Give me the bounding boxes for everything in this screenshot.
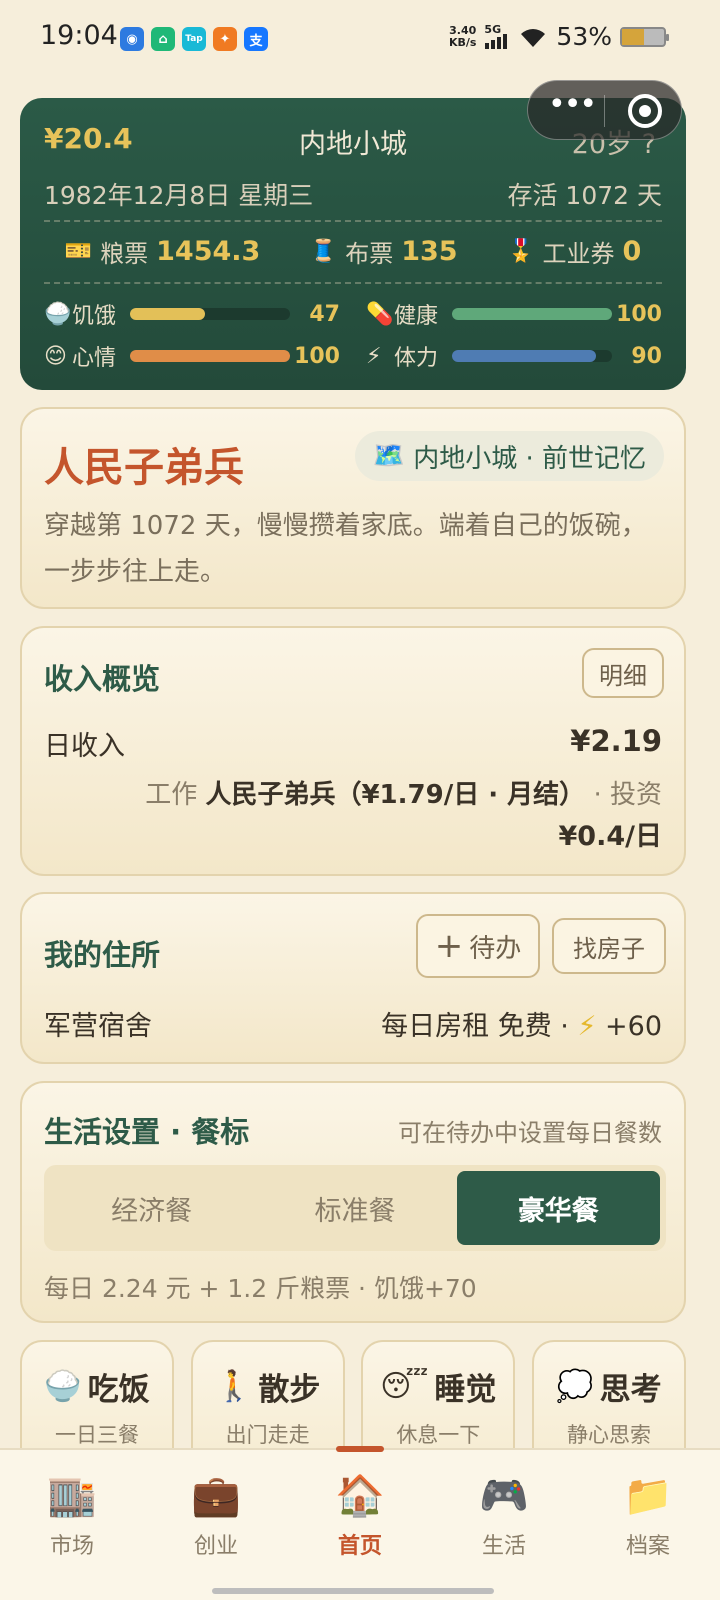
smile-icon: 😊 (44, 343, 67, 369)
game-date: 1982年12月8日 星期三 (44, 181, 314, 210)
stat-mood: 😊 心情 100 (44, 343, 340, 372)
briefcase-icon: 💼 (191, 1473, 241, 1519)
nav-business[interactable]: 💼 创业 (144, 1450, 288, 1600)
identity-description: 穿越第 1072 天，慢慢攒着家底。端着自己的饭碗，一步步往上走。 (44, 511, 647, 587)
income-detail-button[interactable]: 明细 (582, 648, 664, 698)
notification-icons: ◉ ⌂ Tap ✦ 支 (120, 27, 268, 51)
action-think-button[interactable]: 💭 思考 静心思索 (531, 1340, 686, 1460)
nav-market[interactable]: 🏬 市场 (0, 1450, 144, 1600)
nav-archive[interactable]: 📁 档案 (576, 1450, 720, 1600)
map-icon: 🗺️ (372, 441, 406, 471)
medal-icon: 🎖️ (507, 239, 535, 264)
action-walk-button[interactable]: 🚶 散步 出门走走 (190, 1340, 345, 1460)
meal-option-economy[interactable]: 经济餐 (50, 1171, 253, 1245)
mini-program-capsule: ••• (527, 80, 682, 140)
thought-bubble-icon: 💭 (556, 1369, 594, 1404)
lightning-icon: ⚡ (366, 343, 382, 369)
grain-ticket: 🎫 粮票 1454.3 (64, 236, 261, 268)
battery-percent: 53% (556, 22, 612, 51)
find-house-button[interactable]: 找房子 (552, 918, 666, 974)
residence-name: 军营宿舍 (44, 1011, 152, 1042)
rice-bowl-icon: 🍚 (44, 1369, 82, 1404)
app-notification-icon: ◉ (120, 27, 144, 51)
lightning-icon: ⚡ (577, 1011, 597, 1042)
ticket-row: 🎫 粮票 1454.3 🧵 布票 135 🎖️ 工业券 0 (20, 234, 686, 269)
gamepad-icon: 🎮 (479, 1473, 529, 1519)
residence-rent: 每日房租 免费 · ⚡ +60 (381, 1011, 662, 1042)
days-alive: 存活 1072 天 (507, 181, 662, 210)
daily-income-label: 日收入 (44, 731, 125, 762)
meal-settings-title: 生活设置 · 餐标 (44, 1115, 250, 1149)
residence-title: 我的住所 (44, 938, 161, 972)
app-notification-icon: ⌂ (151, 27, 175, 51)
quick-actions: 🍚 吃饭 一日三餐 🚶 散步 出门走走 😴 睡觉 休息一下 💭 思考 静心思索 (20, 1340, 686, 1460)
plus-icon: + (434, 926, 464, 966)
action-eat-button[interactable]: 🍚 吃饭 一日三餐 (20, 1340, 174, 1460)
walking-icon: 🚶 (214, 1369, 253, 1404)
stat-stamina: ⚡ 体力 90 (366, 343, 662, 372)
identity-card: 人民子弟兵 🗺️ 内地小城 · 前世记忆 穿越第 1072 天，慢慢攒着家底。端… (20, 407, 686, 609)
add-todo-button[interactable]: + 待办 (416, 914, 540, 978)
meal-settings-card: 生活设置 · 餐标 可在待办中设置每日餐数 经济餐 标准餐 豪华餐 每日 2.2… (20, 1081, 686, 1323)
stat-hunger: 🍚 饥饿 47 (44, 301, 340, 330)
pill-icon: 💊 (366, 301, 394, 327)
battery-icon (620, 26, 669, 47)
rice-icon: 🍚 (44, 301, 72, 327)
network-speed: 3.40 KB/s (448, 23, 477, 49)
identity-tag: 🗺️ 内地小城 · 前世记忆 (354, 431, 664, 481)
taptap-notification-icon: Tap (182, 27, 206, 51)
folder-icon: 📁 (623, 1473, 673, 1519)
income-card: 收入概览 明细 日收入 ¥2.19 工作 人民子弟兵（¥1.79/日 · 月结）… (20, 626, 686, 876)
signal-icon: 5G (484, 23, 510, 49)
industrial-coupon: 🎖️ 工业券 0 (507, 236, 642, 268)
identity-title: 人民子弟兵 (44, 445, 244, 491)
daily-income-value: ¥2.19 (570, 724, 662, 758)
wifi-icon (521, 28, 546, 47)
stat-health: 💊 健康 100 (366, 301, 662, 330)
income-breakdown: 工作 人民子弟兵（¥1.79/日 · 月结） · 投资 ¥0.4/日 (145, 780, 662, 852)
meal-level-selector: 经济餐 标准餐 豪华餐 (44, 1165, 666, 1251)
meal-option-standard[interactable]: 标准餐 (253, 1171, 456, 1245)
store-icon: 🏬 (47, 1473, 97, 1519)
alipay-notification-icon: 支 (244, 27, 268, 51)
status-bar: 19:04 ◉ ⌂ Tap ✦ 支 3.40 KB/s 5G 53% (0, 0, 720, 78)
residence-card: 我的住所 + 待办 找房子 军营宿舍 每日房租 免费 · ⚡ +60 (20, 892, 686, 1064)
close-mini-program-icon[interactable] (628, 94, 662, 128)
app-notification-icon: ✦ (213, 27, 237, 51)
player-summary-card: ¥20.4 内地小城 20岁 ? 1982年12月8日 星期三 存活 1072 … (20, 98, 686, 390)
more-icon[interactable]: ••• (548, 90, 597, 125)
sleeping-icon: 😴 (380, 1369, 429, 1404)
income-title: 收入概览 (44, 662, 161, 696)
meal-settings-hint: 可在待办中设置每日餐数 (398, 1119, 662, 1147)
bottom-nav: 🏬 市场 💼 创业 🏠 首页 🎮 生活 📁 档案 (0, 1446, 720, 1600)
home-indicator[interactable] (212, 1588, 494, 1594)
nav-home[interactable]: 🏠 首页 (288, 1446, 432, 1600)
action-sleep-button[interactable]: 😴 睡觉 休息一下 (361, 1340, 516, 1460)
meal-option-luxury[interactable]: 豪华餐 (456, 1171, 660, 1245)
cloth-ticket: 🧵 布票 135 (309, 236, 458, 268)
meal-summary: 每日 2.24 元 + 1.2 斤粮票 · 饥饿+70 (44, 1274, 477, 1303)
grain-ticket-icon: 🎫 (64, 239, 93, 264)
nav-life[interactable]: 🎮 生活 (432, 1450, 576, 1600)
status-time: 19:04 (40, 20, 118, 51)
cloth-ticket-icon: 🧵 (309, 239, 338, 264)
home-icon: 🏠 (335, 1473, 385, 1519)
